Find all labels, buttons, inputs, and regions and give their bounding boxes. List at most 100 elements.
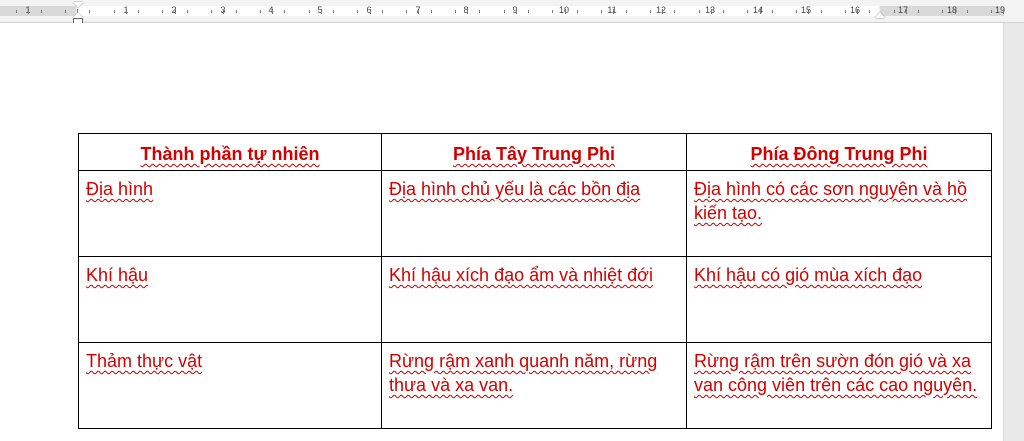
right-indent-marker[interactable] [875, 12, 885, 18]
ruler-tick [259, 10, 261, 13]
ruler-tick [162, 10, 164, 13]
ruler-tick [918, 10, 920, 13]
ruler-tick [406, 10, 408, 13]
ruler-tick [113, 10, 115, 13]
ruler-tick [138, 10, 140, 13]
ruler-tick [272, 9, 274, 14]
ruler-tick [454, 10, 456, 13]
ruler-tick [16, 10, 18, 13]
first-line-indent-marker[interactable] [73, 2, 83, 8]
ruler-tick [430, 10, 432, 13]
ruler-tick [40, 10, 42, 13]
table-row: Khí hậu Khí hậu xích đạo ẩm và nhiệt đới… [78, 256, 992, 343]
ruler-tick [649, 10, 651, 13]
ruler-tick [284, 10, 286, 13]
ruler-tick [564, 9, 566, 14]
ruler-tick [857, 9, 859, 14]
ruler-tick [235, 10, 237, 13]
table-header-row: Thành phần tự nhiên Phía Tây Trung Phi P… [78, 133, 992, 171]
ruler-tick [369, 9, 371, 14]
ruler-tick [613, 9, 615, 14]
ruler-tick [320, 9, 322, 14]
cell-text: Khí hậu xích đạo ẩm và nhiệt đới [389, 265, 653, 285]
table-cell[interactable]: Rừng rậm trên sườn đón gió và xa van côn… [686, 342, 992, 429]
ruler-tick [905, 9, 907, 14]
cell-text: Địa hình có các sơn nguyên và hồ kiến tạ… [694, 179, 967, 223]
ruler-tick [381, 10, 383, 13]
ruler-tick [223, 9, 225, 14]
table-cell[interactable]: Địa hình có các sơn nguyên và hồ kiến tạ… [686, 170, 992, 257]
ruler-number: 15 [800, 5, 812, 15]
ruler-tick [552, 10, 554, 13]
ruler-tick [1003, 9, 1005, 14]
cell-text: Khí hậu có gió mùa xích đạo [694, 265, 923, 285]
ruler-tick [759, 9, 761, 14]
ruler-tick [28, 9, 30, 14]
header-text: Phía Tây Trung Phi [452, 144, 616, 164]
ruler-tick [333, 10, 335, 13]
table-cell[interactable]: Địa hình [78, 170, 382, 257]
table-cell[interactable]: Khí hậu có gió mùa xích đạo [686, 256, 992, 343]
ruler-tick [893, 10, 895, 13]
ruler-tick [723, 10, 725, 13]
cell-text: Thảm thực vật [86, 351, 203, 371]
ruler-tick [125, 9, 127, 14]
ruler-tick [467, 9, 469, 14]
ruler-tick [308, 10, 310, 13]
ruler-number: 16 [849, 5, 861, 15]
table-header-cell[interactable]: Thành phần tự nhiên [78, 133, 382, 171]
cell-text: Rừng rậm xanh quanh năm, rừng thưa và xa… [389, 351, 658, 395]
document-page[interactable]: Thành phần tự nhiên Phía Tây Trung Phi P… [0, 23, 1004, 441]
ruler-number: 12 [655, 5, 667, 15]
table-cell[interactable]: Địa hình chủ yếu là các bồn địa [381, 170, 687, 257]
ruler-tick [174, 9, 176, 14]
cell-text: Khí hậu [86, 265, 149, 285]
ruler-tick [601, 10, 603, 13]
table-cell[interactable]: Rừng rậm xanh quanh năm, rừng thưa và xa… [381, 342, 687, 429]
ruler-tick [771, 10, 773, 13]
ruler-tick [710, 9, 712, 14]
ruler-tick [942, 10, 944, 13]
ruler-tick [954, 9, 956, 14]
table-header-cell[interactable]: Phía Tây Trung Phi [381, 133, 687, 171]
header-text: Thành phần tự nhiên [140, 144, 320, 164]
table-cell[interactable]: Khí hậu xích đạo ẩm và nhiệt đới [381, 256, 687, 343]
vertical-scrollbar[interactable] [1003, 23, 1024, 441]
ruler-tick [698, 10, 700, 13]
horizontal-ruler[interactable]: 1 1 2 3 4 5 6 7 8 9 10 11 12 13 14 15 16… [0, 0, 1024, 24]
header-text: Phía Đông Trung Phi [750, 144, 928, 164]
ruler-tick [503, 10, 505, 13]
ruler-tick [747, 10, 749, 13]
table-cell[interactable]: Khí hậu [78, 256, 382, 343]
ruler-tick [674, 10, 676, 13]
ruler-tick [808, 9, 810, 14]
ruler-tick [357, 10, 359, 13]
ruler-tick [186, 10, 188, 13]
table-header-cell[interactable]: Phía Đông Trung Phi [686, 133, 992, 171]
ruler-tick [528, 10, 530, 13]
cell-text: Rừng rậm trên sườn đón gió và xa van côn… [694, 351, 978, 395]
ruler-tick [844, 10, 846, 13]
ruler-tick [479, 10, 481, 13]
ruler-tick [211, 10, 213, 13]
ruler-tick [820, 10, 822, 13]
ruler-tick [796, 10, 798, 13]
comparison-table[interactable]: Thành phần tự nhiên Phía Tây Trung Phi P… [78, 133, 992, 429]
ruler-tick [625, 10, 627, 13]
ruler-tick [991, 10, 993, 13]
cell-text: Địa hình chủ yếu là các bồn địa [389, 179, 641, 199]
ruler-number: 14 [752, 5, 764, 15]
ruler-tick [576, 10, 578, 13]
table-row: Thảm thực vật Rừng rậm xanh quanh năm, r… [78, 342, 992, 429]
table-cell[interactable]: Thảm thực vật [78, 342, 382, 429]
cell-text: Địa hình [86, 179, 154, 199]
ruler-tick [89, 10, 91, 13]
ruler-number: 11 [607, 5, 617, 15]
ruler-tick [966, 10, 968, 13]
ruler-tick [64, 10, 66, 13]
ruler-tick [869, 10, 871, 13]
table-row: Địa hình Địa hình chủ yếu là các bồn địa… [78, 170, 992, 257]
ruler-tick [662, 9, 664, 14]
ruler-tick [515, 9, 517, 14]
ruler-tick [418, 9, 420, 14]
